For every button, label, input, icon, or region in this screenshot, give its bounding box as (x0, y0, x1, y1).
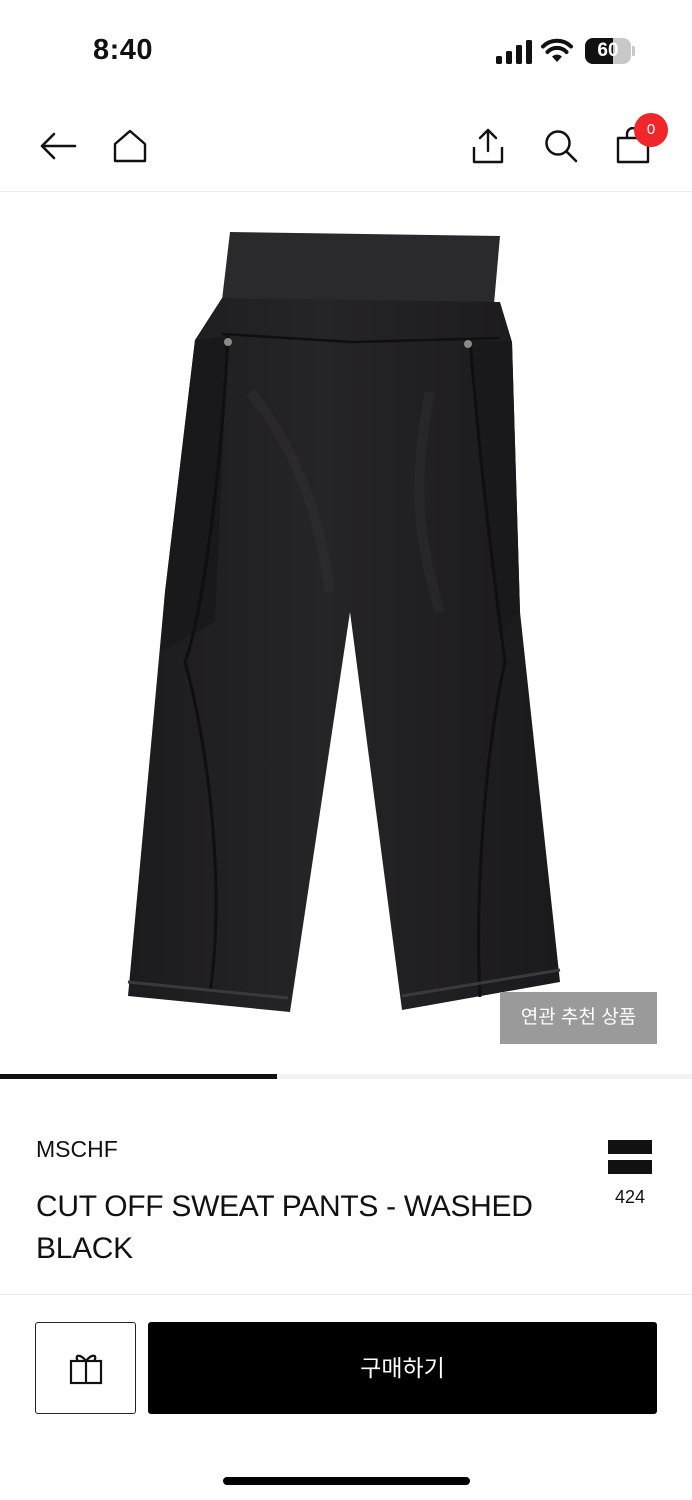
buy-button[interactable]: 구매하기 (148, 1322, 657, 1414)
search-button[interactable] (539, 124, 583, 168)
back-button[interactable] (36, 124, 80, 168)
bookmark-stack-icon (608, 1140, 652, 1174)
cellular-signal-icon (496, 40, 532, 64)
gift-button[interactable] (35, 1322, 136, 1414)
status-bar: 8:40 60 (0, 0, 692, 100)
top-nav-bar (0, 100, 692, 192)
carousel-progress-fill (0, 1074, 277, 1079)
battery-indicator: 60 (585, 38, 635, 64)
product-image-carousel[interactable]: 연관 추천 상품 (0, 192, 692, 1074)
gift-icon (69, 1354, 102, 1385)
product-title: CUT OFF SWEAT PANTS - WASHED BLACK (36, 1190, 533, 1265)
share-button[interactable] (466, 124, 510, 168)
product-photo (127, 232, 561, 1012)
battery-level: 60 (597, 40, 619, 61)
home-indicator (223, 1477, 470, 1485)
search-icon (545, 130, 578, 163)
back-arrow-icon (40, 132, 77, 160)
carousel-progress (0, 1074, 692, 1079)
home-icon (113, 129, 147, 163)
status-time: 8:40 (93, 34, 154, 66)
cart-count-badge: 0 (634, 113, 668, 147)
brand-name[interactable]: MSCHF (36, 1136, 118, 1163)
like-button[interactable]: 424 (606, 1140, 654, 1208)
share-icon (472, 128, 504, 164)
divider (0, 1294, 692, 1295)
home-button[interactable] (108, 124, 152, 168)
related-products-button[interactable]: 연관 추천 상품 (500, 992, 657, 1044)
wifi-icon (541, 38, 573, 62)
like-count: 424 (614, 1187, 646, 1207)
